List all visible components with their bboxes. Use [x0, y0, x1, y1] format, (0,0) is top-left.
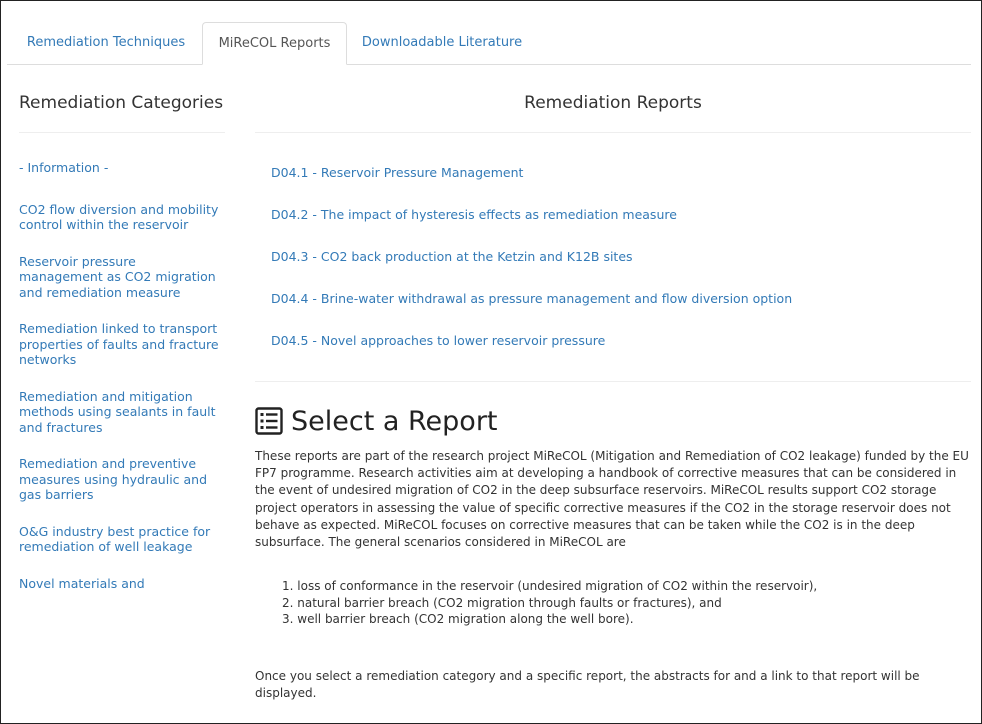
- scenario-item: 3. well barrier breach (CO2 migration al…: [282, 612, 634, 626]
- category-item-information[interactable]: - Information -: [19, 160, 219, 176]
- left-divider: [19, 132, 225, 133]
- tab-mirecol-reports[interactable]: MiReCOL Reports: [202, 22, 347, 65]
- right-divider-top: [255, 132, 971, 133]
- report-list: D04.1 - Reservoir Pressure Management D0…: [271, 165, 961, 375]
- remediation-categories-heading: Remediation Categories: [19, 93, 224, 113]
- category-item-pressure-management[interactable]: Reservoir pressure management as CO2 mig…: [19, 254, 219, 301]
- select-report-heading: Select a Report: [255, 401, 498, 441]
- scenario-item: 1. loss of conformance in the reservoir …: [282, 579, 818, 593]
- scenario-list: 1. loss of conformance in the reservoir …: [265, 578, 965, 628]
- tab-downloadable-literature[interactable]: Downloadable Literature: [347, 22, 537, 63]
- category-item-well-leakage[interactable]: O&G industry best practice for remediati…: [19, 524, 219, 555]
- list-alt-icon: [255, 407, 283, 435]
- remediation-reports-heading: Remediation Reports: [524, 93, 702, 113]
- category-item-faults-fractures[interactable]: Remediation linked to transport properti…: [19, 321, 219, 368]
- category-item-sealants[interactable]: Remediation and mitigation methods using…: [19, 389, 219, 436]
- scenario-item: 2. natural barrier breach (CO2 migration…: [282, 595, 722, 610]
- page-frame: Remediation Techniques MiReCOL Reports D…: [0, 0, 982, 724]
- category-item-flow-diversion[interactable]: CO2 flow diversion and mobility control …: [19, 202, 219, 233]
- report-link-d04-3[interactable]: D04.3 - CO2 back production at the Ketzi…: [271, 249, 961, 291]
- report-link-d04-2[interactable]: D04.2 - The impact of hysteresis effects…: [271, 207, 961, 249]
- category-item-novel-materials[interactable]: Novel materials and: [19, 576, 219, 592]
- intro-paragraph: These reports are part of the research p…: [255, 449, 969, 550]
- tab-bar: Remediation Techniques MiReCOL Reports D…: [7, 22, 971, 65]
- select-report-title: Select a Report: [291, 405, 498, 437]
- report-link-d04-1[interactable]: D04.1 - Reservoir Pressure Management: [271, 165, 961, 207]
- report-link-d04-5[interactable]: D04.5 - Novel approaches to lower reserv…: [271, 333, 961, 375]
- right-divider-bottom: [255, 381, 971, 382]
- category-list: - Information - CO2 flow diversion and m…: [19, 160, 219, 612]
- tab-remediation-techniques[interactable]: Remediation Techniques: [13, 22, 199, 63]
- report-link-d04-4[interactable]: D04.4 - Brine-water withdrawal as pressu…: [271, 291, 961, 333]
- category-item-hydraulic-gas-barriers[interactable]: Remediation and preventive measures usin…: [19, 456, 219, 503]
- outro-paragraph: Once you select a remediation category a…: [255, 669, 920, 701]
